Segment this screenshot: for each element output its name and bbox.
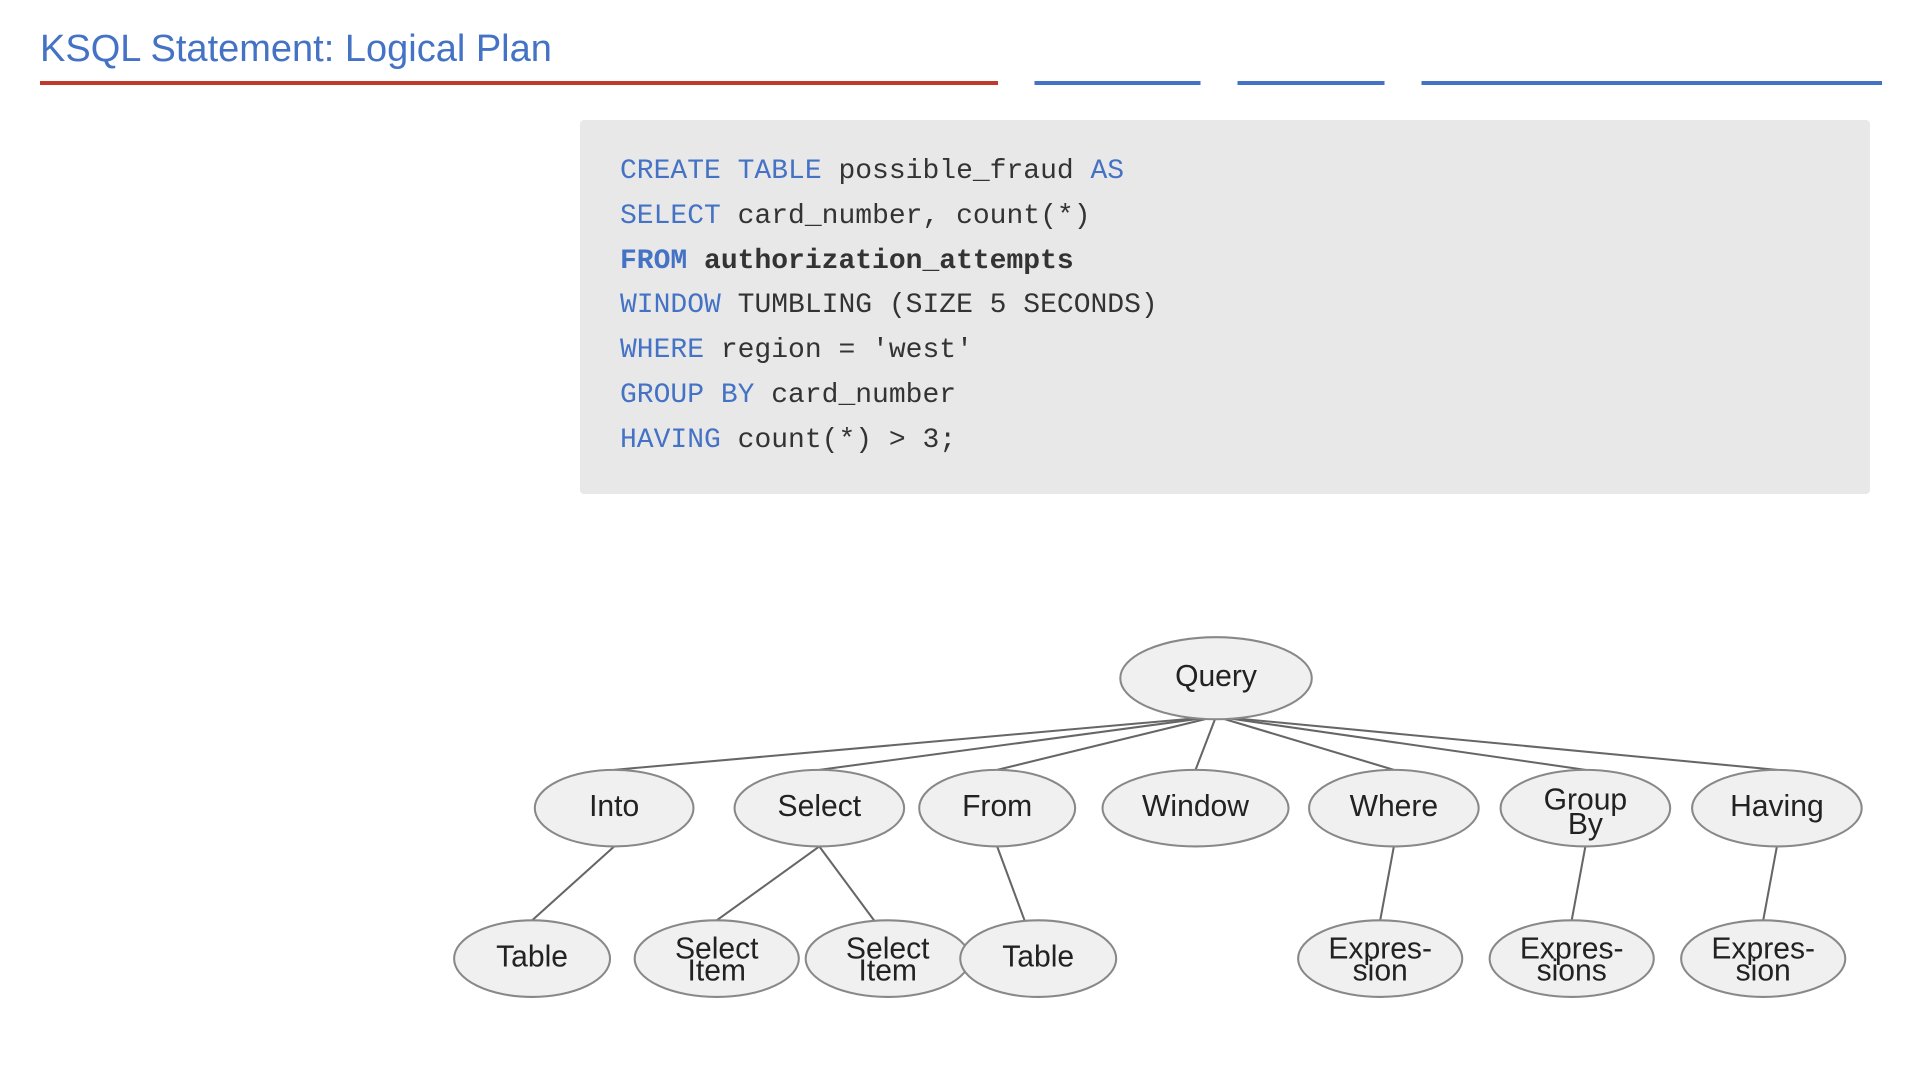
edge-query-having: [1216, 717, 1777, 770]
keyword-groupby: GROUP BY: [620, 380, 754, 411]
code-line-5: WHERE region = 'west': [620, 329, 1830, 374]
label-from: From: [962, 790, 1032, 823]
label-query: Query: [1175, 660, 1257, 693]
keyword-as: AS: [1091, 156, 1125, 187]
label-having: Having: [1730, 790, 1824, 823]
label-selectitem1-line2: Item: [687, 954, 746, 987]
label-select: Select: [778, 790, 862, 823]
page-title: KSQL Statement: Logical Plan: [40, 28, 1920, 71]
edge-query-from: [997, 717, 1216, 770]
header-section: KSQL Statement: Logical Plan: [40, 28, 1920, 85]
code-line-1: CREATE TABLE possible_fraud AS: [620, 150, 1830, 195]
edge-query-select: [819, 717, 1216, 770]
code-line-2: SELECT card_number, count(*): [620, 195, 1830, 240]
edge-from-table: [997, 846, 1024, 920]
label-expressions-line2: sions: [1537, 954, 1607, 987]
code-line-6: GROUP BY card_number: [620, 374, 1830, 419]
label-window: Window: [1142, 790, 1249, 823]
label-where: Where: [1350, 790, 1439, 823]
code-block: CREATE TABLE possible_fraud AS SELECT ca…: [580, 120, 1870, 494]
label-expression2-line2: sion: [1736, 954, 1791, 987]
keyword-having: HAVING: [620, 425, 721, 456]
diagram-section: Query Into Select From Window Where Grou…: [450, 570, 1900, 1060]
label-groupby-line2: By: [1568, 808, 1603, 841]
edge-having-expression: [1763, 846, 1777, 920]
edge-query-into: [614, 717, 1216, 770]
edge-query-groupby: [1216, 717, 1585, 770]
edge-where-expression: [1380, 846, 1394, 920]
code-line-4: WINDOW TUMBLING (SIZE 5 SECONDS): [620, 284, 1830, 329]
keyword-where: WHERE: [620, 335, 704, 366]
edge-groupby-expressions: [1572, 846, 1586, 920]
keyword-from: FROM: [620, 246, 687, 277]
label-into: Into: [589, 790, 639, 823]
edge-select-item1: [717, 846, 820, 920]
label-selectitem2-line2: Item: [858, 954, 917, 987]
keyword-select: SELECT: [620, 201, 721, 232]
label-table2: Table: [1002, 941, 1074, 974]
edge-into-table: [532, 846, 614, 920]
keyword-window: WINDOW: [620, 290, 721, 321]
label-expression1-line2: sion: [1353, 954, 1408, 987]
code-line-3: FROM authorization_attempts: [620, 240, 1830, 285]
keyword-create: CREATE TABLE: [620, 156, 822, 187]
label-table1: Table: [496, 941, 568, 974]
from-table: authorization_attempts: [704, 246, 1074, 277]
edge-query-window: [1196, 717, 1217, 770]
edge-select-item2: [819, 846, 874, 920]
tree-diagram-svg: Query Into Select From Window Where Grou…: [450, 570, 1900, 1060]
code-line-7: HAVING count(*) > 3;: [620, 419, 1830, 464]
